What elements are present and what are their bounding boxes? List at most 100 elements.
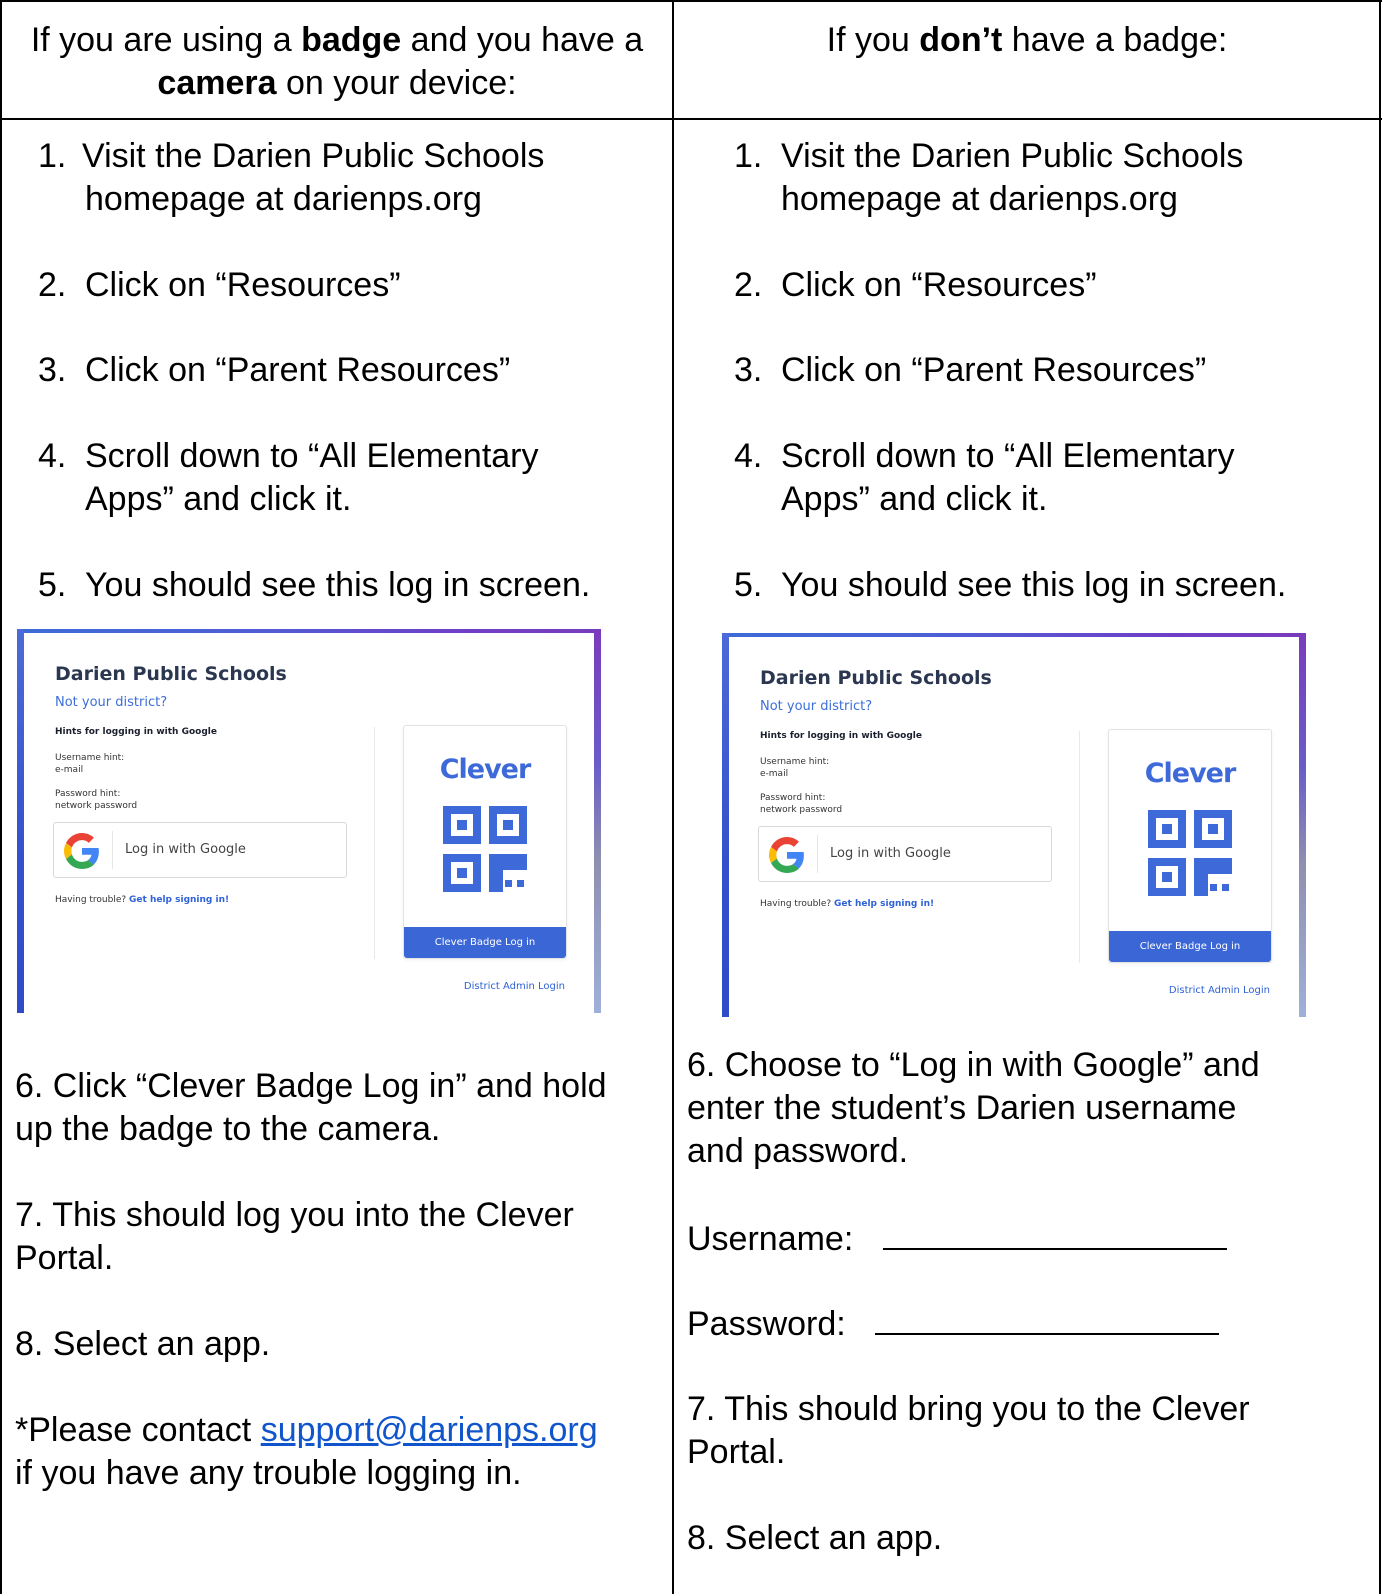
card-left-accent xyxy=(17,629,24,1013)
google-login-label: Log in with Google xyxy=(830,846,951,861)
district-name: Darien Public Schools xyxy=(760,667,992,689)
step-number: 4. xyxy=(734,437,763,475)
header-left-bold-badge: badge xyxy=(301,21,402,59)
clever-badge-panel: Clever Clever Badge Log in xyxy=(1108,729,1272,963)
not-your-district-link[interactable]: Not your district? xyxy=(55,695,167,710)
username-label: Username: xyxy=(687,1220,854,1258)
card-right-accent xyxy=(1299,633,1306,1017)
step-text: 8. Select an app. xyxy=(15,1325,271,1363)
table-header-divider xyxy=(0,118,1382,120)
step-number: 3. xyxy=(734,351,763,389)
district-admin-login-link[interactable]: District Admin Login xyxy=(1169,985,1270,996)
step-text: Click on “Parent Resources” xyxy=(85,351,511,389)
step-text: Apps” and click it. xyxy=(85,480,352,518)
clever-badge-login-button[interactable]: Clever Badge Log in xyxy=(404,927,566,958)
left-step-8: 8. Select an app. xyxy=(15,1323,665,1366)
trouble-text-label: Having trouble? xyxy=(760,899,835,909)
step-number: 4. xyxy=(38,437,67,475)
step-text: 7. This should bring you to the Clever xyxy=(687,1390,1250,1428)
google-login-label: Log in with Google xyxy=(125,842,246,857)
password-blank xyxy=(875,1301,1220,1335)
step-text: Apps” and click it. xyxy=(781,480,1048,518)
card-top-accent xyxy=(17,629,601,633)
username-blank xyxy=(882,1216,1227,1250)
table-column-divider xyxy=(672,0,674,1594)
support-email-link[interactable]: support@darienps.org xyxy=(261,1411,598,1449)
left-contact-note: *Please contact support@darienps.org if … xyxy=(15,1409,670,1495)
step-text: Visit the Darien Public Schools xyxy=(82,137,545,175)
left-step-6: 6. Click “Clever Badge Log in” and hold … xyxy=(15,1065,665,1151)
step-number: 2. xyxy=(734,266,763,304)
step-text: You should see this log in screen. xyxy=(85,566,591,604)
table-border-top xyxy=(0,0,1382,2)
card-left-accent xyxy=(722,633,729,1017)
right-username-line: Username: xyxy=(687,1216,1377,1261)
google-button-separator xyxy=(817,835,818,873)
step-text: Click on “Resources” xyxy=(781,266,1097,304)
step-number: 2. xyxy=(38,266,67,304)
google-login-button[interactable]: Log in with Google xyxy=(758,826,1052,882)
step-number: 5. xyxy=(734,566,763,604)
header-left-text: on your device: xyxy=(276,64,517,102)
step-text: Click on “Resources” xyxy=(85,266,401,304)
clever-login-screenshot-right: Darien Public Schools Not your district?… xyxy=(722,633,1306,1017)
trouble-text: Having trouble? Get help signing in! xyxy=(55,895,229,905)
clever-badge-login-button[interactable]: Clever Badge Log in xyxy=(1109,931,1271,962)
username-hint-label: Username hint: xyxy=(760,757,830,767)
password-hint-value: network password xyxy=(55,801,138,811)
step-text: Portal. xyxy=(15,1239,114,1277)
step-text: enter the student’s Darien username xyxy=(687,1089,1237,1127)
password-hint-label: Password hint: xyxy=(760,793,826,803)
step-text: You should see this log in screen. xyxy=(781,566,1287,604)
step-number: 1. xyxy=(734,137,763,175)
clever-badge-panel: Clever Clever Badge Log in xyxy=(403,725,567,959)
card-divider xyxy=(1079,731,1080,963)
step-number: 5. xyxy=(38,566,67,604)
get-help-link[interactable]: Get help signing in! xyxy=(834,899,934,909)
step-text: Visit the Darien Public Schools xyxy=(781,137,1244,175)
google-g-icon xyxy=(769,837,804,873)
step-text: homepage at darienps.org xyxy=(781,180,1178,218)
trouble-text-label: Having trouble? xyxy=(55,895,130,905)
header-left-text: If you are using a xyxy=(30,21,302,59)
password-hint-value: network password xyxy=(760,805,843,815)
hints-title: Hints for logging in with Google xyxy=(760,731,922,741)
step-text: up the badge to the camera. xyxy=(15,1110,441,1148)
district-admin-login-link[interactable]: District Admin Login xyxy=(464,981,565,992)
step-text: 7. This should log you into the Clever xyxy=(15,1196,574,1234)
header-left-bold-camera: camera xyxy=(157,64,277,102)
header-right: If you don’t have a badge: xyxy=(678,19,1376,62)
qr-code-icon xyxy=(1148,810,1232,896)
step-number: 1. xyxy=(38,137,67,175)
google-login-button[interactable]: Log in with Google xyxy=(53,822,347,878)
district-name: Darien Public Schools xyxy=(55,663,287,685)
step-text: 6. Choose to “Log in with Google” and xyxy=(687,1046,1260,1084)
step-text: homepage at darienps.org xyxy=(85,180,482,218)
card-top-accent xyxy=(722,633,1306,637)
step-text: Scroll down to “All Elementary xyxy=(781,437,1235,475)
google-g-icon xyxy=(64,833,99,869)
clever-login-screenshot-left: Darien Public Schools Not your district?… xyxy=(17,629,601,1013)
right-password-line: Password: xyxy=(687,1301,1377,1346)
username-hint-value: e-mail xyxy=(760,769,789,779)
step-text: 6. Click “Clever Badge Log in” and hold xyxy=(15,1067,607,1105)
not-your-district-link[interactable]: Not your district? xyxy=(760,699,872,714)
step-text: Scroll down to “All Elementary xyxy=(85,437,539,475)
step-text: Click on “Parent Resources” xyxy=(781,351,1207,389)
username-hint-label: Username hint: xyxy=(55,753,125,763)
right-step-8: 8. Select an app. xyxy=(687,1517,1377,1560)
header-right-text: have a badge: xyxy=(1002,21,1228,59)
contact-text: *Please contact xyxy=(15,1411,261,1449)
header-right-text: If you xyxy=(826,21,920,59)
header-left-text: and you have a xyxy=(401,21,644,59)
get-help-link[interactable]: Get help signing in! xyxy=(129,895,229,905)
table-border-right xyxy=(1379,0,1381,1594)
password-label: Password: xyxy=(687,1305,846,1343)
clever-logo: Clever xyxy=(439,754,532,785)
step-number: 3. xyxy=(38,351,67,389)
step-text: and password. xyxy=(687,1132,909,1170)
left-step-7: 7. This should log you into the Clever P… xyxy=(15,1194,665,1280)
right-step-6: 6. Choose to “Log in with Google” and en… xyxy=(687,1044,1377,1173)
card-divider xyxy=(374,727,375,959)
card-right-accent xyxy=(594,629,601,1013)
